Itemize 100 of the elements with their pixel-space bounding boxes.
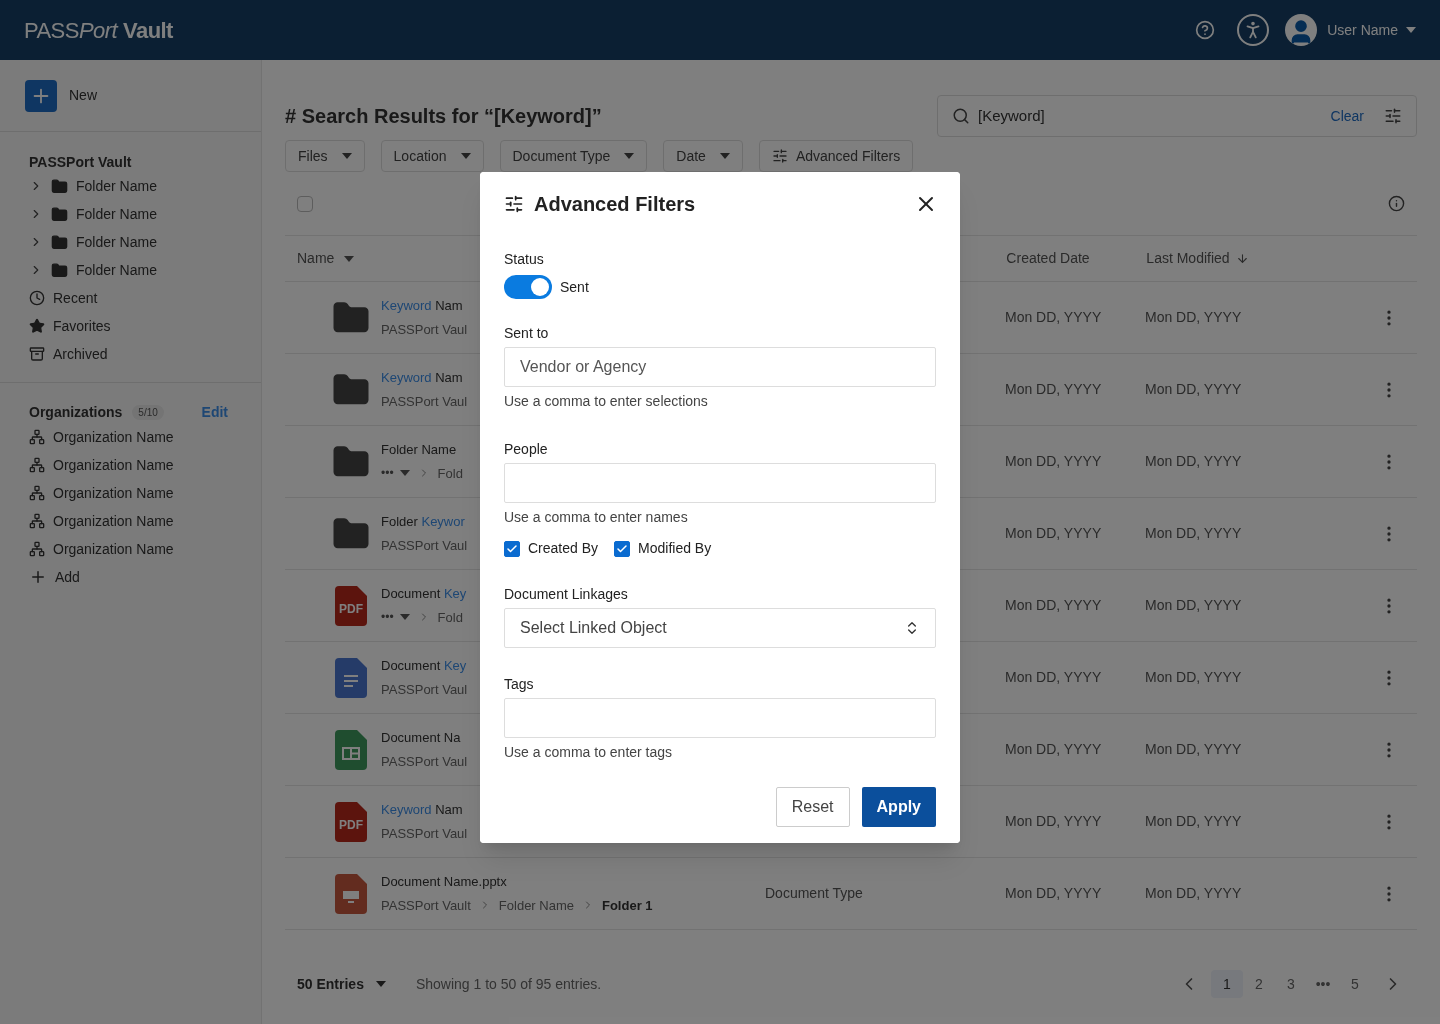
organization-link[interactable]: Organization Name xyxy=(53,538,174,560)
edit-link[interactable]: Edit xyxy=(201,401,228,423)
organization-link[interactable]: Organization Name xyxy=(53,454,174,476)
name-column-header[interactable]: Name xyxy=(297,248,355,269)
filter-dropdown[interactable]: Location xyxy=(380,140,484,172)
folder-link[interactable]: Folder Name xyxy=(76,175,157,197)
check-icon xyxy=(616,542,629,555)
new-label[interactable]: New xyxy=(69,85,97,106)
help-icon[interactable] xyxy=(1195,20,1216,40)
field-label: Document Linkages xyxy=(504,585,629,604)
caret-icon xyxy=(341,153,352,159)
modified-date: Mon DD, YYYY xyxy=(1145,668,1243,687)
organization-link[interactable]: Organization Name xyxy=(53,482,174,504)
clear-link[interactable]: Clear xyxy=(1330,105,1364,127)
page-link[interactable]: 5 xyxy=(1339,970,1371,998)
created-date: Mon DD, YYYY xyxy=(1005,740,1103,759)
pdf-file-icon: PDF xyxy=(335,801,367,842)
created-date: Mon DD, YYYY xyxy=(1005,308,1103,327)
user-menu[interactable]: User Name xyxy=(1327,19,1416,41)
created-date: Mon DD, YYYY xyxy=(1005,668,1103,687)
document-type: Document Type xyxy=(765,885,863,901)
page-link[interactable]: ••• xyxy=(1307,970,1339,998)
new-button[interactable] xyxy=(25,79,57,112)
sent-to-field[interactable]: Vendor or Agency xyxy=(504,347,936,387)
breadcrumb-link[interactable]: PASSPort Vaul xyxy=(381,535,468,555)
breadcrumb-link[interactable]: PASSPort Vaul xyxy=(381,679,468,699)
caret-icon xyxy=(344,255,355,262)
hint-text: Use a comma to enter selections xyxy=(504,392,709,411)
people-field[interactable] xyxy=(504,463,936,503)
modified-column-header[interactable]: Last Modified xyxy=(1146,248,1249,269)
showing-text: Showing 1 to 50 of 95 entries. xyxy=(415,974,602,994)
field-label: Status xyxy=(504,250,545,269)
folder-link[interactable]: Folder Name xyxy=(76,203,157,225)
folder-link[interactable]: Folder Name xyxy=(76,231,157,253)
file-name[interactable]: Document Name.pptx xyxy=(381,872,765,892)
reset-button[interactable]: Reset xyxy=(775,787,850,827)
tags-field[interactable] xyxy=(504,698,936,738)
created-date: Mon DD, YYYY xyxy=(1005,452,1103,471)
filter-dropdown[interactable]: Files xyxy=(285,140,365,172)
filter-dropdown[interactable]: Document Type xyxy=(499,140,648,172)
star-icon xyxy=(29,318,45,334)
created-date: Mon DD, YYYY xyxy=(1005,884,1103,903)
logo: PASSPort Vault xyxy=(24,16,173,45)
toggle-label: Sent xyxy=(560,277,589,297)
caret-icon xyxy=(719,153,730,159)
breadcrumb-link[interactable]: Fold xyxy=(437,463,463,483)
breadcrumb-link[interactable]: PASSPort Vaul xyxy=(381,751,468,771)
avatar-icon[interactable] xyxy=(1285,14,1318,46)
created-date: Mon DD, YYYY xyxy=(1005,812,1103,831)
caret-icon xyxy=(1406,27,1416,33)
sheet-file-icon xyxy=(335,729,367,770)
search-icon xyxy=(952,107,970,125)
breadcrumb-link[interactable]: Folder Name xyxy=(498,895,574,915)
nav-link[interactable]: Recent xyxy=(53,287,98,309)
modified-date: Mon DD, YYYY xyxy=(1145,812,1243,831)
add-link[interactable]: Add xyxy=(55,566,80,588)
field-label: Sent to xyxy=(504,324,550,343)
page-link[interactable]: 1 xyxy=(1211,970,1243,998)
organization-link[interactable]: Organization Name xyxy=(53,426,174,448)
page-link[interactable]: 3 xyxy=(1275,970,1307,998)
advanced-filters-button[interactable]: Advanced Filters xyxy=(758,140,914,172)
breadcrumb-link[interactable]: PASSPort Vault xyxy=(381,895,471,915)
caret-icon xyxy=(624,153,635,159)
linked-object-select[interactable]: Select Linked Object xyxy=(504,608,936,648)
hierarchy-icon xyxy=(29,457,45,473)
hint-text: Use a comma to enter names xyxy=(504,508,689,527)
breadcrumb-link[interactable]: PASSPort Vaul xyxy=(381,823,468,843)
select-all-checkbox[interactable] xyxy=(297,195,313,212)
folder-icon xyxy=(51,205,68,223)
filter-dropdown[interactable]: Date xyxy=(663,140,743,172)
folder-link[interactable]: Folder Name xyxy=(76,259,157,281)
search-field[interactable]: [Keyword] Clear xyxy=(937,95,1417,137)
folder-icon xyxy=(51,233,68,251)
breadcrumb-link[interactable]: PASSPort Vaul xyxy=(381,319,468,339)
folder-icon xyxy=(51,177,68,195)
breadcrumb-menu[interactable]: ••• xyxy=(381,464,410,483)
modified-date: Mon DD, YYYY xyxy=(1145,452,1243,471)
page-link[interactable]: 2 xyxy=(1243,970,1275,998)
breadcrumb-link[interactable]: PASSPort Vaul xyxy=(381,391,468,411)
info-icon[interactable] xyxy=(1388,195,1405,212)
field-label: Tags xyxy=(504,675,535,694)
accessibility-icon[interactable] xyxy=(1237,14,1270,46)
slides-file-icon xyxy=(335,873,367,914)
nav-link[interactable]: Favorites xyxy=(53,315,111,337)
nav-link[interactable]: Archived xyxy=(53,343,108,365)
checkbox-label[interactable]: Created By xyxy=(528,538,599,559)
hierarchy-icon xyxy=(29,513,45,529)
filter-icon xyxy=(504,194,524,214)
breadcrumb-link[interactable]: Fold xyxy=(437,607,463,627)
created-date: Mon DD, YYYY xyxy=(1005,380,1103,399)
organization-link[interactable]: Organization Name xyxy=(53,510,174,532)
breadcrumb-link[interactable]: Folder 1 xyxy=(602,895,653,915)
toggle-switch[interactable] xyxy=(504,275,552,299)
created-column-header[interactable]: Created Date xyxy=(1006,248,1147,269)
entries-dropdown[interactable]: 50 Entries xyxy=(297,973,386,995)
caret-icon xyxy=(399,614,410,621)
filter-icon[interactable] xyxy=(1384,107,1402,125)
checkbox-label[interactable]: Modified By xyxy=(638,538,712,559)
breadcrumb-menu[interactable]: ••• xyxy=(381,608,410,627)
apply-button[interactable]: Apply xyxy=(861,787,936,827)
